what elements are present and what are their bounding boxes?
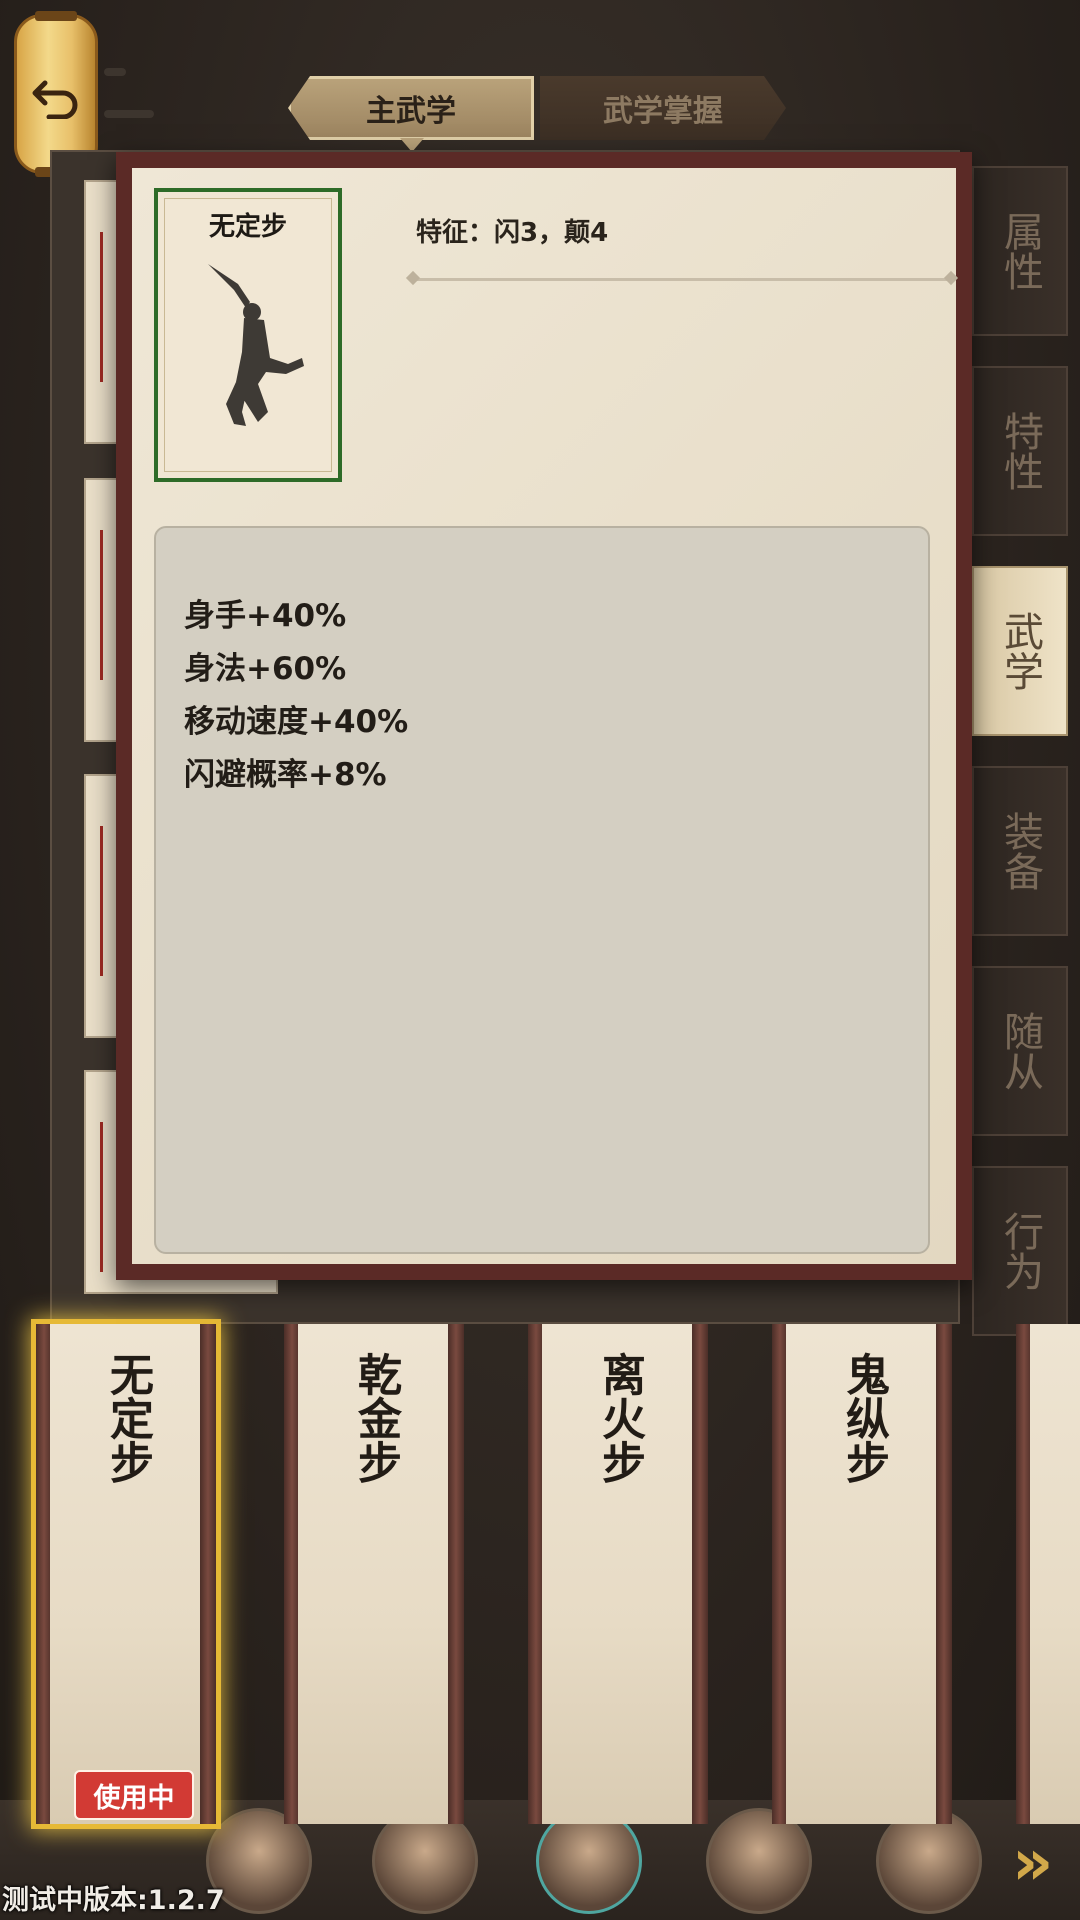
skill-detail-popup: 无定步 特征：闪3，颠4 身手+40% 身法+60% 移动速度+40% 闪避概率… — [116, 152, 972, 1280]
scroll-title: 无定步 — [102, 1352, 153, 1484]
martial-pose-icon — [208, 264, 304, 426]
skill-scroll-guizongbu[interactable]: 鬼纵步 — [772, 1324, 952, 1824]
skill-scroll-wudingbu[interactable]: 无定步 使用中 — [36, 1324, 216, 1824]
side-tab-label: 特性 — [997, 411, 1043, 491]
side-tab-label: 行为 — [997, 1211, 1043, 1291]
decor-line — [104, 68, 126, 76]
side-tab-label: 属性 — [997, 211, 1043, 291]
popup-paper: 无定步 特征：闪3，颠4 身手+40% 身法+60% 移动速度+40% 闪避概率… — [132, 168, 956, 1264]
in-use-badge: 使用中 — [74, 1770, 194, 1820]
game-screen: 主武学 武学掌握 属性 特性 武学 装备 随从 行为 » 无定步 使用中 乾金步… — [0, 0, 1080, 1920]
side-tab-label: 装备 — [997, 811, 1043, 891]
scroll-title: 乾金步 — [350, 1352, 401, 1484]
feature-text: 特征：闪3，颠4 — [416, 218, 609, 248]
side-tab-equipment[interactable]: 装备 — [972, 766, 1068, 936]
stat-line: 闪避概率+8% — [184, 757, 387, 793]
stat-line: 身法+60% — [184, 651, 347, 687]
stats-box: 身手+40% 身法+60% 移动速度+40% 闪避概率+8% — [154, 526, 930, 1254]
side-tab-followers[interactable]: 随从 — [972, 966, 1068, 1136]
side-tab-traits[interactable]: 特性 — [972, 366, 1068, 536]
side-tab-label: 随从 — [997, 1011, 1043, 1091]
skill-name: 无定步 — [208, 212, 287, 242]
side-tab-label: 武学 — [997, 611, 1043, 691]
version-label: 测试中版本:1.2.7 — [2, 1885, 225, 1916]
side-tab-martial-arts[interactable]: 武学 — [972, 566, 1068, 736]
skill-scroll-qianjinbu[interactable]: 乾金步 — [284, 1324, 464, 1824]
skill-scroll-partial[interactable] — [1016, 1324, 1080, 1824]
feature-divider — [412, 278, 952, 281]
scroll-title: 鬼纵步 — [838, 1352, 889, 1484]
skill-icon-card: 无定步 — [154, 188, 342, 482]
side-tab-behavior[interactable]: 行为 — [972, 1166, 1068, 1336]
tab-main-martial-art[interactable]: 主武学 — [288, 76, 534, 140]
decor-line — [104, 110, 154, 118]
side-tab-attributes[interactable]: 属性 — [972, 166, 1068, 336]
skill-scroll-lihuobu[interactable]: 离火步 — [528, 1324, 708, 1824]
stat-line: 移动速度+40% — [184, 704, 409, 740]
back-arrow-icon — [32, 80, 78, 119]
scroll-title: 离火步 — [594, 1352, 645, 1484]
stat-line: 身手+40% — [184, 598, 347, 634]
tab-martial-mastery[interactable]: 武学掌握 — [540, 76, 786, 140]
next-arrow-icon[interactable]: » — [1012, 1826, 1053, 1900]
lantern-cap-top — [35, 11, 77, 21]
